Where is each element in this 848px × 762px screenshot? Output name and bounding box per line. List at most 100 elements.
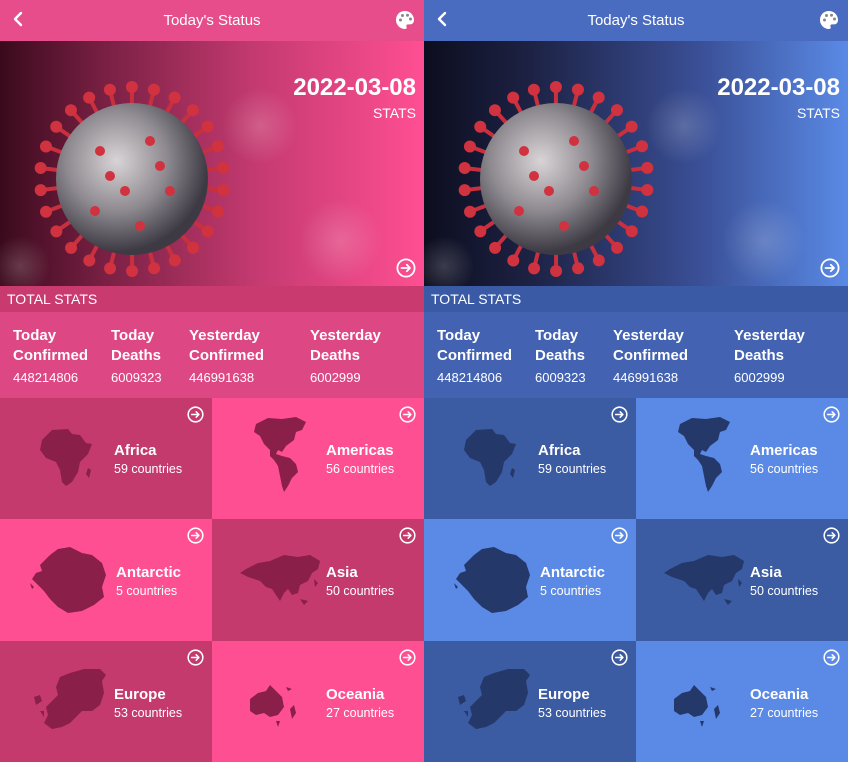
arrow-circle-right-icon[interactable] xyxy=(823,649,840,666)
today-deaths-stat: Today Deaths 6009323 xyxy=(535,326,595,385)
region-grid: Africa 59 countries Americas 56 countrie… xyxy=(424,398,848,762)
antarctica-map-icon xyxy=(30,547,106,614)
region-count: 5 countries xyxy=(116,584,178,599)
region-tile-asia[interactable]: Asia 50 countries xyxy=(212,519,424,641)
total-stats-header: TOTAL STATS xyxy=(0,286,424,312)
back-chevron-icon[interactable] xyxy=(10,9,28,29)
arrow-circle-right-icon[interactable] xyxy=(820,258,840,278)
region-tile-oceania[interactable]: Oceania 27 countries xyxy=(636,640,848,762)
app-bar: Today's Status xyxy=(0,0,424,41)
region-tile-africa[interactable]: Africa 59 countries xyxy=(424,398,636,520)
europe-map-icon xyxy=(458,668,530,729)
stat-label: Yesterday Confirmed xyxy=(613,327,688,364)
region-name: Europe xyxy=(114,685,166,703)
app-bar-title: Today's Status xyxy=(587,12,685,29)
region-name: Americas xyxy=(750,442,818,459)
region-name: Antarctic xyxy=(540,564,606,582)
palette-icon[interactable] xyxy=(395,10,415,30)
blue-status-panel: Today's Status 2022-03-08 STATS TOTAL ST… xyxy=(424,0,848,762)
region-name: Africa xyxy=(538,442,581,459)
region-count: 5 countries xyxy=(540,584,602,599)
stats-label: STATS xyxy=(796,105,840,121)
region-tile-antarctic[interactable]: Antarctic 5 countries xyxy=(424,519,636,641)
region-count: 53 countries xyxy=(538,705,607,720)
arrow-circle-right-icon[interactable] xyxy=(399,649,416,666)
region-count: 53 countries xyxy=(114,705,183,720)
stat-value: 446991638 xyxy=(613,370,679,385)
region-name: Europe xyxy=(538,685,590,703)
region-name: Antarctic xyxy=(116,564,182,582)
stat-label: Today Confirmed xyxy=(13,327,88,364)
yesterday-deaths-stat: Yesterday Deaths 6002999 xyxy=(734,326,834,385)
hero-banner: 2022-03-08 STATS xyxy=(424,41,848,286)
yesterday-confirmed-stat: Yesterday Confirmed 446991638 xyxy=(613,326,713,385)
oceania-map-icon xyxy=(250,684,296,727)
asia-map-icon xyxy=(240,555,320,606)
region-tile-asia[interactable]: Asia 50 countries xyxy=(636,519,848,641)
stats-date: 2022-03-08 xyxy=(717,74,840,101)
arrow-circle-right-icon[interactable] xyxy=(396,258,416,278)
today-deaths-stat: Today Deaths 6009323 xyxy=(111,326,171,385)
arrow-circle-right-icon[interactable] xyxy=(823,406,840,423)
yesterday-deaths-stat: Yesterday Deaths 6002999 xyxy=(310,326,410,385)
region-name: Asia xyxy=(750,564,782,582)
region-count: 56 countries xyxy=(326,462,395,476)
region-tile-oceania[interactable]: Oceania 27 countries xyxy=(212,640,424,762)
stat-label: Today Deaths xyxy=(535,327,586,364)
asia-map-icon xyxy=(664,555,744,606)
region-tile-americas[interactable]: Americas 56 countries xyxy=(636,398,848,520)
region-tile-americas[interactable]: Americas 56 countries xyxy=(212,398,424,520)
region-tile-europe[interactable]: Europe 53 countries xyxy=(424,640,636,762)
americas-map-icon xyxy=(254,417,306,492)
region-name: Americas xyxy=(326,442,394,459)
region-count: 50 countries xyxy=(750,584,819,599)
today-confirmed-stat: Today Confirmed 448214806 xyxy=(437,326,547,385)
app-bar-title: Today's Status xyxy=(163,12,261,29)
region-tile-africa[interactable]: Africa 59 countries xyxy=(0,398,212,520)
arrow-circle-right-icon[interactable] xyxy=(611,406,628,423)
stat-value: 448214806 xyxy=(437,370,503,385)
today-confirmed-stat: Today Confirmed 448214806 xyxy=(13,326,123,385)
stat-value: 6009323 xyxy=(111,370,162,385)
region-count: 59 countries xyxy=(114,462,183,476)
pink-status-panel: Today's Status 2022-03-08 STATS TOTAL ST… xyxy=(0,0,424,762)
africa-map-icon xyxy=(40,429,92,486)
stat-value: 6009323 xyxy=(535,370,586,385)
region-name: Oceania xyxy=(750,685,809,703)
region-name: Africa xyxy=(114,442,157,459)
back-chevron-icon[interactable] xyxy=(434,9,452,29)
antarctica-map-icon xyxy=(454,547,530,614)
stat-label: Yesterday Deaths xyxy=(734,327,805,364)
arrow-circle-right-icon[interactable] xyxy=(187,649,204,666)
stat-value: 6002999 xyxy=(310,370,361,385)
total-stats-header: TOTAL STATS xyxy=(424,286,848,312)
africa-map-icon xyxy=(464,429,516,486)
arrow-circle-right-icon[interactable] xyxy=(187,527,204,544)
arrow-circle-right-icon[interactable] xyxy=(399,406,416,423)
arrow-circle-right-icon[interactable] xyxy=(187,406,204,423)
stat-value: 6002999 xyxy=(734,370,785,385)
europe-map-icon xyxy=(34,668,106,729)
palette-icon[interactable] xyxy=(819,10,839,30)
arrow-circle-right-icon[interactable] xyxy=(823,527,840,544)
region-count: 56 countries xyxy=(750,462,819,476)
total-stats-row: Today Confirmed 448214806 Today Deaths 6… xyxy=(0,312,424,398)
stat-label: Today Deaths xyxy=(111,327,162,364)
stat-label: Yesterday Confirmed xyxy=(189,327,264,364)
stats-label: STATS xyxy=(372,105,416,121)
stat-value: 448214806 xyxy=(13,370,79,385)
stats-date: 2022-03-08 xyxy=(293,74,416,101)
region-tile-antarctic[interactable]: Antarctic 5 countries xyxy=(0,519,212,641)
arrow-circle-right-icon[interactable] xyxy=(611,649,628,666)
app-bar: Today's Status xyxy=(424,0,848,41)
stat-label: Yesterday Deaths xyxy=(310,327,381,364)
hero-banner: 2022-03-08 STATS xyxy=(0,41,424,286)
americas-map-icon xyxy=(678,417,730,492)
total-stats-row: Today Confirmed 448214806 Today Deaths 6… xyxy=(424,312,848,398)
arrow-circle-right-icon[interactable] xyxy=(399,527,416,544)
arrow-circle-right-icon[interactable] xyxy=(611,527,628,544)
region-count: 27 countries xyxy=(326,705,395,720)
region-tile-europe[interactable]: Europe 53 countries xyxy=(0,640,212,762)
region-name: Asia xyxy=(326,564,358,582)
oceania-map-icon xyxy=(674,684,720,727)
